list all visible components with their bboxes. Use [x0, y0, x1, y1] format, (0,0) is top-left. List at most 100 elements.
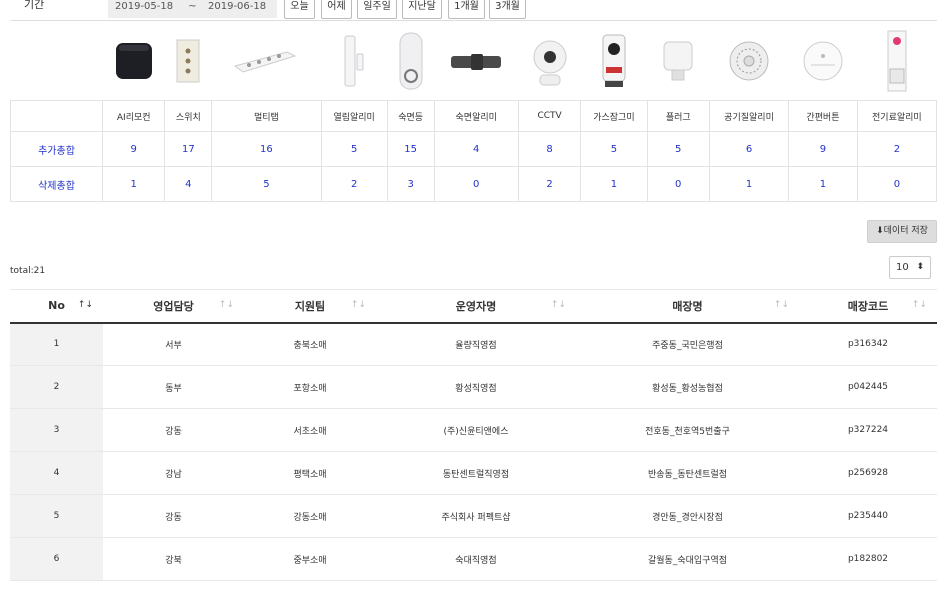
- range-1month-button[interactable]: 1개월: [448, 0, 485, 19]
- added-total-label: 추가총합: [10, 131, 103, 167]
- table-cell: 강동: [103, 494, 244, 538]
- summary-value: 8: [517, 131, 582, 167]
- table-cell: 황성직영점: [376, 365, 576, 409]
- summary-value: 3: [386, 166, 435, 202]
- date-to-input[interactable]: 2019-06-18: [201, 0, 277, 18]
- table-row[interactable]: 2 동부 포항소매 황성직영점 황성동_황성농협점 p042445: [10, 365, 937, 409]
- summary-value: 4: [433, 131, 519, 167]
- device-summary-table: AI리모컨 스위치 멀티탭 열림알리미 숙면등 숙면알리미 CCTV 가스잠그미…: [10, 20, 938, 202]
- summary-value: 2: [320, 166, 388, 202]
- page-size-value: 10: [896, 262, 909, 273]
- page: 기간 2019-05-18 ~ 2019-06-18 오늘 어제 일주일 지난달…: [0, 0, 951, 589]
- summary-value: 5: [646, 131, 710, 167]
- export-data-button[interactable]: ⬇데이터 저장: [867, 220, 937, 243]
- range-today-button[interactable]: 오늘: [284, 0, 315, 19]
- table-cell: p327224: [799, 408, 937, 452]
- table-cell: p235440: [799, 494, 937, 538]
- table-cell: 율량직영점: [376, 322, 576, 366]
- sort-caret-icon: ⬍: [916, 262, 924, 272]
- device-name: 간편버튼: [788, 100, 858, 132]
- sleep-lamp-icon: [387, 20, 435, 101]
- device-name: 숙면등: [386, 100, 435, 132]
- table-cell: 평택소매: [244, 451, 376, 495]
- period-label: 기간: [24, 0, 45, 11]
- summary-value: 17: [164, 131, 213, 167]
- summary-value: 0: [433, 166, 519, 202]
- added-total-row: 추가총합 9 17 16 5 15 4 8 5 5 6 9 2: [10, 131, 938, 167]
- table-cell: 반송동_동탄센트럴점: [576, 451, 799, 495]
- table-cell: p256928: [799, 451, 937, 495]
- cctv-icon: [518, 20, 581, 101]
- table-cell: 동탄센트럴직영점: [376, 451, 576, 495]
- summary-value: 9: [788, 131, 858, 167]
- period-filter: 기간 2019-05-18 ~ 2019-06-18 오늘 어제 일주일 지난달…: [0, 0, 951, 20]
- column-header-operator[interactable]: 운영자명 ↑↓: [376, 289, 576, 324]
- table-row[interactable]: 3 강동 서초소매 (주)신윤티앤에스 전호동_천호역5번출구 p327224: [10, 408, 937, 452]
- sort-icon[interactable]: ↑↓: [774, 300, 789, 310]
- summary-value: 1: [101, 166, 166, 202]
- device-name: 플러그: [646, 100, 710, 132]
- range-3month-button[interactable]: 3개월: [489, 0, 526, 19]
- device-name: CCTV: [517, 100, 582, 132]
- sort-icon[interactable]: ↑↓: [551, 300, 566, 310]
- page-size-select[interactable]: 10 ⬍: [889, 256, 931, 279]
- download-icon: ⬇: [876, 226, 884, 236]
- summary-value: 15: [386, 131, 435, 167]
- summary-value: 5: [580, 131, 648, 167]
- table-cell: 강남: [103, 451, 244, 495]
- range-last-month-button[interactable]: 지난달: [402, 0, 442, 19]
- sleep-sensor-icon: [434, 20, 519, 101]
- table-cell: 갈월동_숙대입구역점: [576, 537, 799, 581]
- column-header-store[interactable]: 매장명 ↑↓: [576, 289, 799, 324]
- table-cell: 5: [10, 494, 103, 538]
- table-row[interactable]: 6 강북 중부소매 숙대직영점 갈월동_숙대입구역점 p182802: [10, 537, 937, 581]
- summary-value: 2: [856, 131, 938, 167]
- table-cell: 2: [10, 365, 103, 409]
- summary-value: 0: [856, 166, 938, 202]
- device-name: 전기료알리미: [856, 100, 938, 132]
- total-count: total:21: [10, 266, 46, 276]
- table-row[interactable]: 4 강남 평택소매 동탄센트럴직영점 반송동_동탄센트럴점 p256928: [10, 451, 937, 495]
- device-name: 가스잠그미: [580, 100, 648, 132]
- table-row[interactable]: 5 강동 강동소매 주식회사 퍼펙트샵 경안동_경안시장점 p235440: [10, 494, 937, 538]
- table-cell: p182802: [799, 537, 937, 581]
- table-cell: 황성동_황성농협점: [576, 365, 799, 409]
- summary-value: 16: [211, 131, 322, 167]
- device-name: AI리모컨: [101, 100, 166, 132]
- sort-asc-icon[interactable]: ↑↓: [78, 300, 93, 310]
- power-meter-icon: [857, 20, 937, 101]
- plug-icon: [647, 20, 710, 101]
- table-cell: 서초소매: [244, 408, 376, 452]
- table-cell: 서부: [103, 322, 244, 366]
- device-name: 열림알리미: [320, 100, 388, 132]
- power-strip-icon: [211, 20, 322, 101]
- summary-value: 4: [164, 166, 213, 202]
- sort-icon[interactable]: ↑↓: [219, 300, 234, 310]
- table-cell: 포항소매: [244, 365, 376, 409]
- sort-icon[interactable]: ↑↓: [912, 300, 927, 310]
- date-from-input[interactable]: 2019-05-18: [108, 0, 184, 18]
- simple-button-icon: [788, 20, 858, 101]
- table-cell: 전호동_천호역5번출구: [576, 408, 799, 452]
- table-cell: (주)신윤티앤에스: [376, 408, 576, 452]
- column-header-no[interactable]: No ↑↓: [10, 289, 103, 324]
- sort-icon[interactable]: ↑↓: [351, 300, 366, 310]
- air-quality-icon: [709, 20, 789, 101]
- column-header-team[interactable]: 지원팀 ↑↓: [244, 289, 376, 324]
- summary-value: 5: [211, 166, 322, 202]
- device-name: 숙면알리미: [433, 100, 519, 132]
- device-name: 공기질알리미: [708, 100, 790, 132]
- range-week-button[interactable]: 일주일: [357, 0, 397, 19]
- summary-value: 1: [708, 166, 790, 202]
- column-header-sales[interactable]: 영업담당 ↑↓: [103, 289, 244, 324]
- range-yesterday-button[interactable]: 어제: [321, 0, 352, 19]
- table-cell: 주식회사 퍼펙트샵: [376, 494, 576, 538]
- device-name: 멀티탭: [211, 100, 322, 132]
- table-row[interactable]: 1 서부 충북소매 율량직영점 주중동_국민은행점 p316342: [10, 322, 937, 366]
- export-label: 데이터 저장: [883, 226, 928, 236]
- summary-value: 9: [101, 131, 166, 167]
- column-header-code[interactable]: 매장코드 ↑↓: [799, 289, 937, 324]
- table-cell: 주중동_국민은행점: [576, 322, 799, 366]
- table-cell: 중부소매: [244, 537, 376, 581]
- table-cell: 강북: [103, 537, 244, 581]
